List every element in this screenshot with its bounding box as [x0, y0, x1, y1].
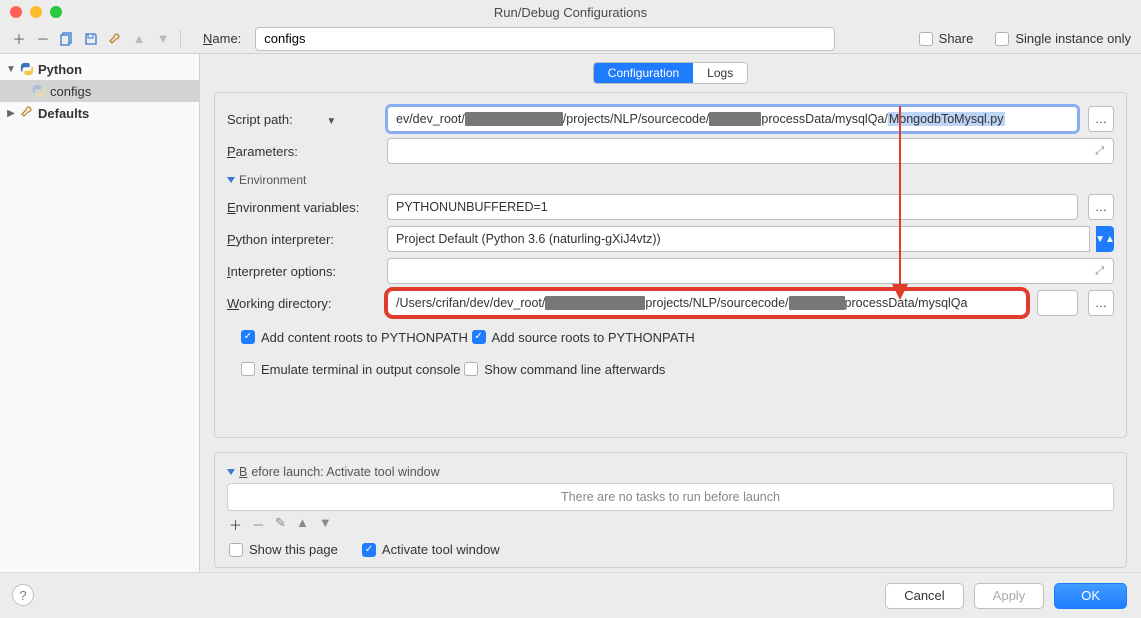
- tree-node-configs[interactable]: configs: [0, 80, 199, 102]
- wrench-icon: [20, 105, 34, 122]
- working-directory-label: Working directory:: [227, 296, 377, 311]
- expand-icon[interactable]: ⤢: [1095, 145, 1104, 158]
- browse-button[interactable]: …: [1088, 194, 1114, 220]
- move-down-icon: ▼: [319, 515, 332, 534]
- envvars-label: Environment variables:: [227, 200, 377, 215]
- tree-node-defaults[interactable]: ▶ Defaults: [0, 102, 199, 124]
- redacted-segment: [465, 112, 563, 126]
- up-icon[interactable]: ▲: [130, 30, 148, 48]
- dropdown-arrow-icon[interactable]: ▼▲: [1096, 226, 1114, 252]
- interp-options-label: Interpreter options:: [227, 264, 377, 279]
- help-button[interactable]: ?: [12, 584, 34, 606]
- apply-button[interactable]: Apply: [974, 583, 1045, 609]
- remove-task-icon: －: [252, 515, 265, 534]
- tree-label: Python: [38, 62, 82, 77]
- save-icon[interactable]: [82, 30, 100, 48]
- expand-icon[interactable]: ⤢: [1095, 265, 1104, 278]
- interpreter-label: Python interpreter:: [227, 232, 377, 247]
- parameters-label: Parameters:: [227, 144, 377, 159]
- redacted-segment: [709, 112, 761, 126]
- tab-configuration[interactable]: Configuration: [594, 63, 693, 83]
- redacted-segment: [789, 296, 845, 310]
- sidebar: ▼ Python configs ▶ Defaults: [0, 54, 200, 572]
- script-path-input[interactable]: ev/dev_root/ /projects/NLP/sourcecode/ p…: [387, 106, 1078, 132]
- ok-button[interactable]: OK: [1054, 583, 1127, 609]
- python-icon: [32, 84, 46, 98]
- working-directory-input[interactable]: /Users/crifan/dev/dev_root/ projects/NLP…: [387, 290, 1027, 316]
- add-task-icon[interactable]: ＋: [229, 515, 242, 534]
- python-icon: [20, 62, 34, 76]
- toolbar: ＋ － ▲ ▼ Name: Share Single instance only: [0, 24, 1141, 54]
- move-up-icon: ▲: [296, 515, 309, 534]
- envvars-input[interactable]: PYTHONUNBUFFERED=1: [387, 194, 1078, 220]
- cancel-button[interactable]: Cancel: [885, 583, 963, 609]
- interpreter-select[interactable]: Project Default (Python 3.6 (naturling-g…: [387, 226, 1090, 252]
- name-label: Name:: [203, 31, 241, 46]
- tree-label: Defaults: [38, 106, 89, 121]
- tree-node-python[interactable]: ▼ Python: [0, 58, 199, 80]
- parameters-input[interactable]: [387, 138, 1114, 164]
- browse-button[interactable]: …: [1088, 106, 1114, 132]
- show-command-line-checkbox[interactable]: Show command line afterwards: [464, 357, 665, 381]
- wrench-icon[interactable]: [106, 30, 124, 48]
- main-area: Configuration Logs Script path: ▼ ev/dev…: [200, 54, 1141, 572]
- configuration-panel: Script path: ▼ ev/dev_root/ /projects/NL…: [214, 92, 1127, 438]
- browse-button[interactable]: …: [1088, 290, 1114, 316]
- add-icon[interactable]: ＋: [10, 30, 28, 48]
- titlebar: Run/Debug Configurations: [0, 0, 1141, 24]
- working-directory-extra[interactable]: [1037, 290, 1078, 316]
- activate-tool-window-checkbox[interactable]: ✓Activate tool window: [362, 542, 500, 557]
- selected-filename: MongodbToMysql.py: [888, 112, 1005, 126]
- interp-options-input[interactable]: [387, 258, 1114, 284]
- show-this-page-checkbox[interactable]: Show this page: [229, 542, 338, 557]
- copy-icon[interactable]: [58, 30, 76, 48]
- name-input[interactable]: [255, 27, 835, 51]
- add-content-roots-checkbox[interactable]: ✓Add content roots to PYTHONPATH: [241, 325, 468, 349]
- add-source-roots-checkbox[interactable]: ✓Add source roots to PYTHONPATH: [472, 325, 695, 349]
- tab-logs[interactable]: Logs: [693, 63, 747, 83]
- down-icon[interactable]: ▼: [154, 30, 172, 48]
- before-launch-header[interactable]: Before launch: Activate tool window: [227, 463, 1114, 483]
- window-title: Run/Debug Configurations: [0, 5, 1141, 20]
- redacted-segment: [545, 296, 645, 310]
- emulate-terminal-checkbox[interactable]: Emulate terminal in output console: [241, 357, 460, 381]
- before-launch-tasks-list: There are no tasks to run before launch: [227, 483, 1114, 511]
- remove-icon[interactable]: －: [34, 30, 52, 48]
- dialog-footer: Cancel Apply OK: [0, 572, 1141, 618]
- edit-task-icon: ✎: [275, 515, 286, 534]
- share-checkbox[interactable]: Share: [919, 31, 974, 46]
- tree-label: configs: [50, 84, 91, 99]
- single-instance-checkbox[interactable]: Single instance only: [995, 31, 1131, 46]
- environment-section-header[interactable]: Environment: [227, 173, 1114, 187]
- before-launch-panel: Before launch: Activate tool window Ther…: [214, 452, 1127, 568]
- script-path-label: Script path: ▼: [227, 112, 377, 127]
- chevron-down-icon[interactable]: ▼: [326, 116, 336, 127]
